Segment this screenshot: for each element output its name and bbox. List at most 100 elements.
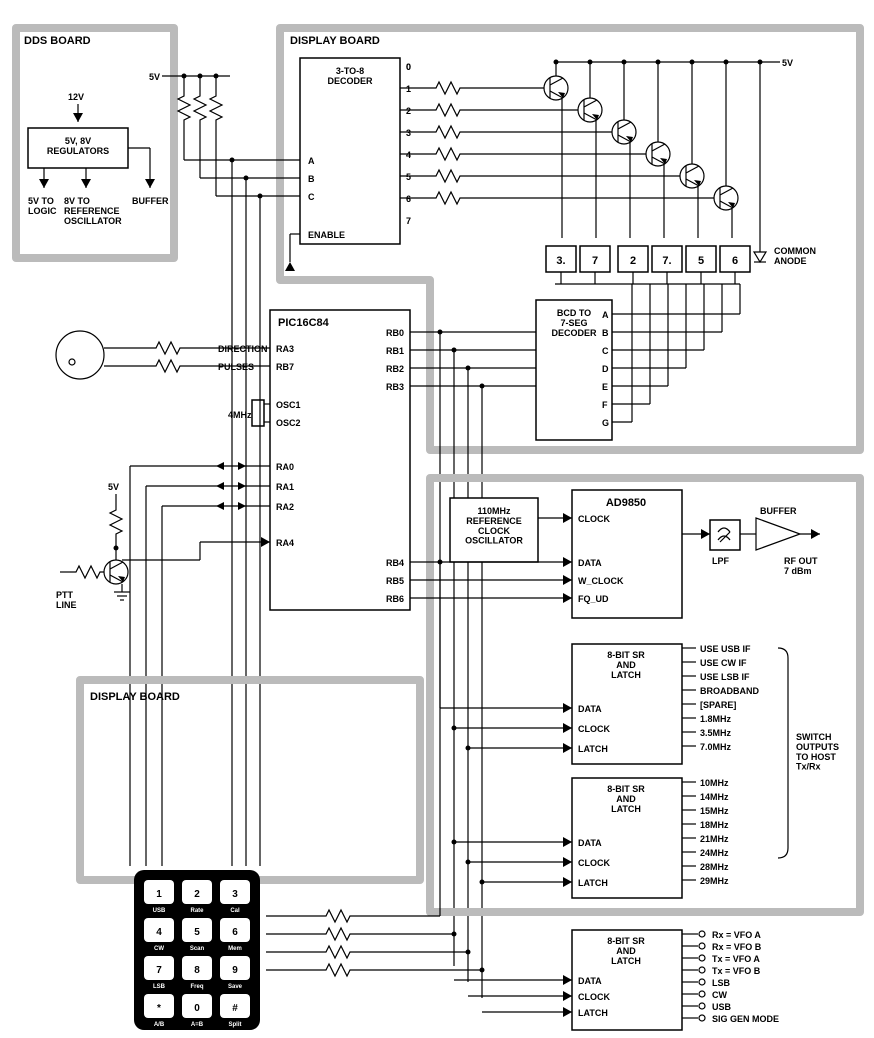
svg-text:3.5MHz: 3.5MHz	[700, 728, 732, 738]
resistor-icon	[194, 90, 206, 124]
reg-out-2: BUFFER	[132, 196, 169, 206]
reg-out-1: 8V TOREFERENCEOSCILLATOR	[64, 196, 122, 226]
label-5v-right: 5V	[782, 58, 793, 68]
decoder-outputs: 5V 0	[406, 58, 793, 72]
svg-text:Scan: Scan	[190, 946, 205, 952]
svg-text:7: 7	[592, 255, 598, 267]
transistor-icon	[104, 560, 128, 584]
svg-text:OSC1: OSC1	[276, 400, 301, 410]
svg-text:Tx = VFO A: Tx = VFO A	[712, 954, 760, 964]
svg-text:1.8MHz: 1.8MHz	[700, 714, 732, 724]
svg-text:FQ_UD: FQ_UD	[578, 594, 609, 604]
svg-text:6[interactable]: 6	[232, 927, 238, 938]
svg-text:7.0MHz: 7.0MHz	[700, 742, 732, 752]
svg-text:C: C	[602, 346, 609, 356]
svg-text:Mem: Mem	[228, 946, 242, 952]
svg-text:USB: USB	[153, 908, 166, 914]
svg-text:3[interactable]: 3	[232, 889, 238, 900]
svg-text:RA2: RA2	[276, 502, 294, 512]
svg-text:CLOCK: CLOCK	[578, 992, 610, 1002]
rotary-encoder-icon	[56, 331, 104, 379]
svg-text:RA0: RA0	[276, 462, 294, 472]
svg-text:CLOCK: CLOCK	[578, 724, 610, 734]
svg-text:6: 6	[406, 194, 411, 204]
svg-text:B: B	[602, 328, 609, 338]
svg-text:DATA: DATA	[578, 558, 602, 568]
svg-text:W_CLOCK: W_CLOCK	[578, 576, 624, 586]
svg-text:OSC2: OSC2	[276, 418, 301, 428]
svg-text:2: 2	[406, 106, 411, 116]
svg-text:9[interactable]: 9	[232, 965, 238, 976]
svg-text:7: 7	[406, 216, 411, 226]
svg-text:1[interactable]: 1	[156, 889, 162, 900]
svg-text:#[interactable]: #	[232, 1003, 238, 1014]
svg-text:A=B: A=B	[191, 1022, 204, 1028]
svg-text:29MHz: 29MHz	[700, 876, 729, 886]
svg-text:14MHz: 14MHz	[700, 792, 729, 802]
svg-text:2: 2	[630, 255, 636, 267]
svg-text:RB1: RB1	[386, 346, 404, 356]
digit-display: 3. 7 2 7. 5 6	[546, 246, 750, 284]
svg-text:BROADBAND: BROADBAND	[700, 686, 759, 696]
ptt-label: PTTLINE	[56, 590, 77, 610]
svg-text:E: E	[602, 382, 608, 392]
svg-text:A: A	[602, 310, 609, 320]
svg-text:4: 4	[406, 150, 411, 160]
svg-text:3.: 3.	[556, 255, 565, 267]
pic-pulses-label: PULSES	[218, 362, 254, 372]
rf-out-label: RF OUT7 dBm	[784, 556, 818, 576]
svg-text:Rx = VFO A: Rx = VFO A	[712, 930, 761, 940]
decoder-in-b: B	[308, 174, 315, 184]
svg-text:RB7: RB7	[276, 362, 294, 372]
bidir-icon	[216, 502, 246, 510]
svg-text:*[interactable]: *	[157, 1003, 161, 1014]
svg-text:RB4: RB4	[386, 558, 404, 568]
svg-text:2[interactable]: 2	[194, 889, 200, 900]
label-5v-ptt: 5V	[108, 482, 119, 492]
svg-text:USE CW IF: USE CW IF	[700, 658, 747, 668]
svg-text:CLOCK: CLOCK	[578, 858, 610, 868]
svg-text:6: 6	[732, 255, 738, 267]
buffer-label: BUFFER	[760, 506, 797, 516]
svg-text:8[interactable]: 8	[194, 965, 200, 976]
common-anode-label: COMMONANODE	[774, 246, 816, 266]
svg-text:0[interactable]: 0	[194, 1003, 200, 1014]
svg-text:5[interactable]: 5	[194, 927, 200, 938]
svg-text:DATA: DATA	[578, 704, 602, 714]
ad9850-label: AD9850	[606, 497, 646, 509]
display-title: DISPLAY BOARD	[290, 35, 380, 47]
decoder-enable: ENABLE	[308, 230, 345, 240]
ground-icon	[114, 584, 130, 600]
svg-text:5: 5	[406, 172, 411, 182]
svg-text:RB6: RB6	[386, 594, 404, 604]
buffer-amp-icon	[756, 518, 800, 550]
keypad-resistors	[266, 736, 485, 976]
svg-text:CLOCK: CLOCK	[578, 514, 610, 524]
svg-text:Freq: Freq	[190, 984, 203, 990]
svg-text:5: 5	[698, 255, 704, 267]
svg-text:LATCH: LATCH	[578, 744, 608, 754]
svg-text:3: 3	[406, 128, 411, 138]
svg-text:CW: CW	[712, 990, 727, 1000]
label-5v-left: 5V	[149, 72, 160, 82]
svg-text:RA4: RA4	[276, 538, 294, 548]
svg-text:RB5: RB5	[386, 576, 404, 586]
svg-text:7[interactable]: 7	[156, 965, 162, 976]
sr3-outputs: Rx = VFO A Rx = VFO B Tx = VFO A Tx = VF…	[682, 930, 779, 1024]
svg-text:Rx = VFO B: Rx = VFO B	[712, 942, 762, 952]
svg-text:[SPARE]: [SPARE]	[700, 700, 736, 710]
decoder-in-c: C	[308, 192, 315, 202]
svg-text:15MHz: 15MHz	[700, 806, 729, 816]
svg-text:G: G	[602, 418, 609, 428]
lower-display-frame	[80, 680, 420, 880]
svg-text:1: 1	[406, 84, 411, 94]
svg-text:4[interactable]: 4	[156, 927, 162, 938]
svg-text:LATCH: LATCH	[578, 1008, 608, 1018]
dds-title: DDS BOARD	[24, 35, 91, 47]
svg-text:LSB: LSB	[712, 978, 731, 988]
svg-text:28MHz: 28MHz	[700, 862, 729, 872]
svg-text:RA1: RA1	[276, 482, 294, 492]
svg-text:DATA: DATA	[578, 976, 602, 986]
svg-text:RB3: RB3	[386, 382, 404, 392]
keypad[interactable]: 1USB 2Rate 3Cal 4CW 5Scan 6Mem 7LSB 8Fre…	[134, 870, 260, 1030]
